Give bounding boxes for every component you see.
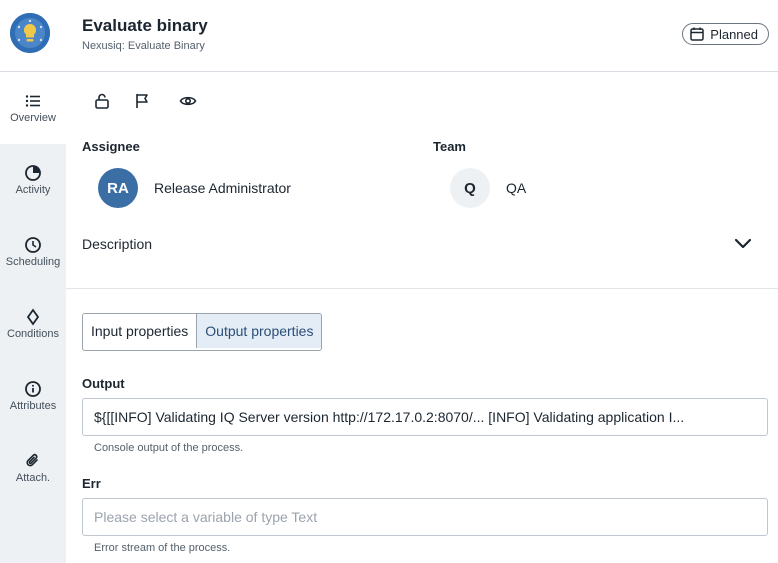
sidebar-item-scheduling[interactable]: Scheduling (0, 216, 66, 288)
calendar-icon (690, 27, 705, 41)
sidebar-item-label: Activity (15, 184, 51, 196)
team-initials: Q (464, 179, 476, 197)
page-title[interactable]: Evaluate binary (82, 16, 208, 36)
output-label: Output (82, 376, 125, 391)
task-type-logo-icon (10, 13, 50, 53)
tab-output-properties[interactable]: Output properties (196, 314, 322, 348)
sidebar-item-label: Scheduling (5, 256, 61, 268)
team-label: Team (433, 139, 466, 154)
status-badge[interactable]: Planned (682, 23, 769, 45)
list-icon (25, 95, 40, 107)
output-value: ${[[INFO] Validating IQ Server version h… (94, 409, 685, 425)
chevron-down-icon[interactable] (733, 236, 753, 252)
err-label: Err (82, 476, 101, 491)
sidebar-item-label: Attach. (15, 472, 51, 484)
output-field[interactable]: ${[[INFO] Validating IQ Server version h… (82, 398, 768, 436)
task-header: Evaluate binary Nexusiq: Evaluate Binary… (0, 0, 778, 72)
clock-icon (25, 237, 41, 253)
assignee-name[interactable]: Release Administrator (154, 180, 291, 196)
output-hint: Console output of the process. (94, 442, 244, 454)
eye-icon[interactable] (179, 92, 197, 110)
sidebar-item-label: Overview (10, 112, 56, 124)
sidebar-item-attachments[interactable]: Attach. (0, 432, 66, 504)
avatar[interactable]: RA (98, 168, 138, 208)
tab-input-properties[interactable]: Input properties (83, 314, 197, 348)
info-icon (25, 381, 41, 397)
sidebar-item-label: Attributes (9, 400, 57, 412)
err-field[interactable]: Please select a variable of type Text (82, 498, 768, 536)
sidebar-item-activity[interactable]: Activity (0, 144, 66, 216)
err-hint: Error stream of the process. (94, 542, 231, 554)
task-type-subtitle: Nexusiq: Evaluate Binary (82, 40, 205, 52)
team-avatar[interactable]: Q (450, 168, 490, 208)
status-label: Planned (710, 26, 758, 42)
sidebar-item-conditions[interactable]: Conditions (0, 288, 66, 360)
sidebar: Overview Activity Scheduling Conditions … (0, 72, 66, 563)
diamond-icon (26, 308, 40, 326)
sidebar-item-label: Conditions (7, 328, 59, 340)
assignee-initials: RA (107, 179, 129, 197)
activity-icon (25, 165, 41, 181)
paperclip-icon (26, 453, 38, 467)
err-placeholder: Please select a variable of type Text (94, 509, 318, 525)
sidebar-item-attributes[interactable]: Attributes (0, 360, 66, 432)
unlock-icon[interactable] (93, 92, 111, 110)
team-name[interactable]: QA (506, 180, 526, 196)
sidebar-item-overview[interactable]: Overview (0, 72, 66, 144)
properties-tabs: Input properties Output properties (82, 313, 323, 351)
description-label[interactable]: Description (82, 236, 152, 252)
flag-icon[interactable] (133, 92, 151, 110)
section-divider (66, 288, 778, 289)
assignee-label: Assignee (82, 139, 140, 154)
